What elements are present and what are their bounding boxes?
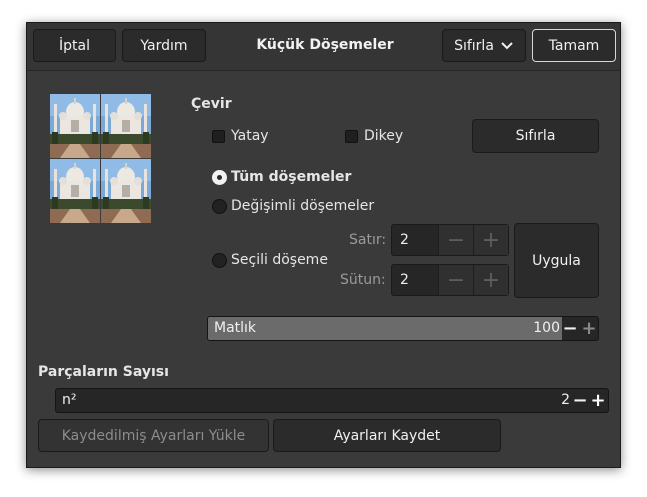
column-label: Sütun: [340,272,386,288]
reset-menu-label: Sıfırla [454,37,494,54]
column-value: 2 [400,272,409,288]
selected-tile-radio[interactable] [212,253,227,268]
load-settings-button[interactable]: Kaydedilmiş Ayarları Yükle [38,419,269,452]
segments-heading: Parçaların Sayısı [38,364,169,380]
chevron-down-icon [501,41,513,49]
segments-increment-button[interactable]: + [589,389,607,412]
cancel-button[interactable]: İptal [33,29,116,62]
preview-image [50,94,151,223]
save-settings-button[interactable]: Ayarları Kaydet [273,419,501,452]
tile-preview [50,94,151,223]
segments-spinscale[interactable]: n² 2 − + [55,388,609,413]
small-tiles-dialog: İptal Yardım Küçük Döşemeler Sıfırla Tam… [26,22,621,468]
segments-label: n² [62,392,77,408]
row-label: Satır: [349,232,387,248]
horizontal-checkbox[interactable] [212,130,225,143]
horizontal-label: Yatay [231,128,269,144]
column-increment-button[interactable]: + [473,265,508,295]
opacity-fill [208,317,562,340]
help-button[interactable]: Yardım [122,29,206,62]
all-tiles-radio[interactable] [212,170,227,185]
row-decrement-button[interactable]: − [438,225,473,255]
flip-heading: Çevir [191,96,232,112]
opacity-slider[interactable]: Matlık 100 − + [207,316,599,341]
alternate-tiles-radio[interactable] [212,199,227,214]
apply-button[interactable]: Uygula [514,223,599,298]
row-spinbox[interactable]: 2 − + [391,224,509,256]
flip-reset-button[interactable]: Sıfırla [472,119,599,153]
column-spinbox[interactable]: 2 − + [391,264,509,296]
opacity-increment-button[interactable]: + [580,317,598,340]
vertical-label: Dikey [364,128,404,144]
opacity-decrement-button[interactable]: − [561,317,579,340]
dialog-header: İptal Yardım Küçük Döşemeler Sıfırla Tam… [27,23,620,71]
all-tiles-label: Tüm döşemeler [231,169,352,185]
segments-value: 2 [561,392,570,408]
column-decrement-button[interactable]: − [438,265,473,295]
reset-menu-button[interactable]: Sıfırla [442,29,526,62]
opacity-label: Matlık [214,320,257,336]
dialog-title: Küçük Döşemeler [256,37,394,53]
segments-decrement-button[interactable]: − [571,389,589,412]
row-value: 2 [400,232,409,248]
vertical-checkbox[interactable] [345,130,358,143]
row-increment-button[interactable]: + [473,225,508,255]
selected-tile-label: Seçili döşeme [231,252,328,268]
ok-button[interactable]: Tamam [532,29,616,62]
alternate-tiles-label: Değişimli döşemeler [231,198,375,214]
opacity-value: 100 [533,320,560,336]
